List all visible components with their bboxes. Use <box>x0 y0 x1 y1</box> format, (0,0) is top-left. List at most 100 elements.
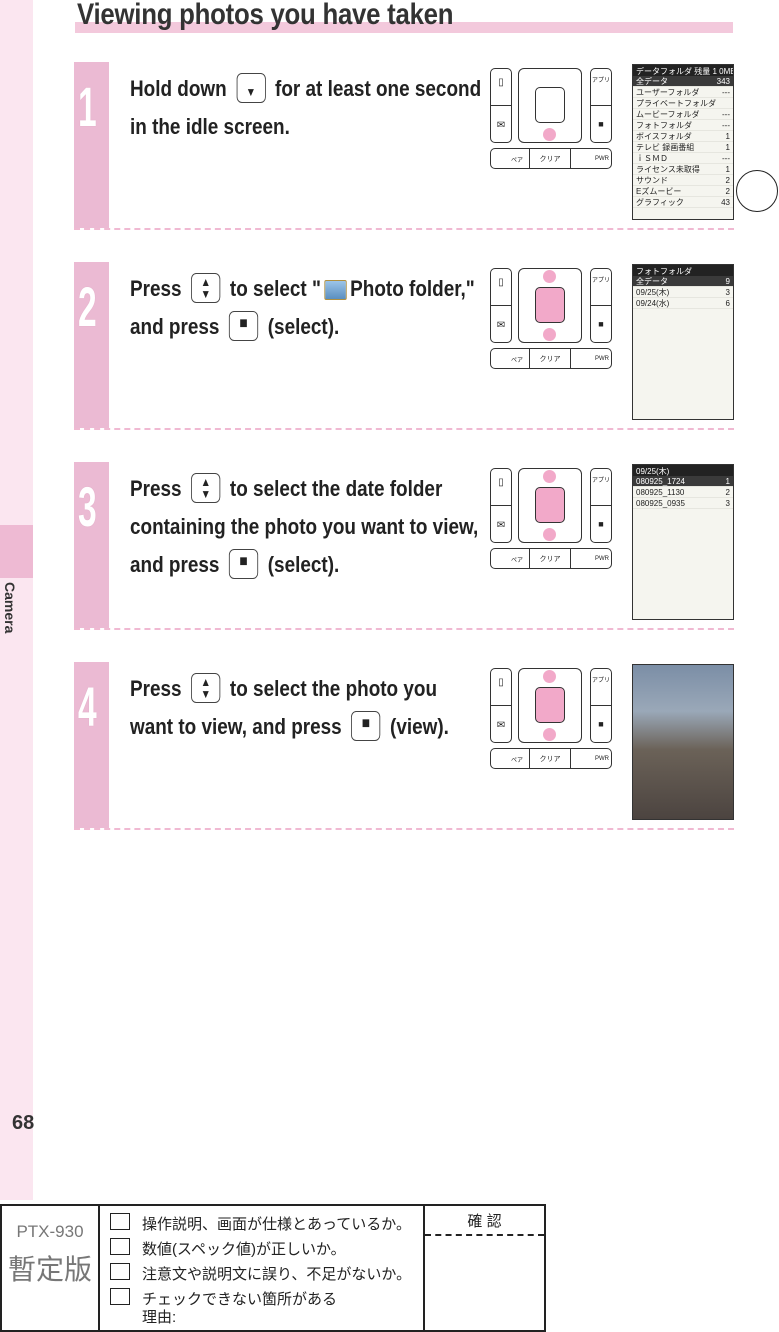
mail-key-icon: ✉ <box>490 105 512 143</box>
camera-key-icon: ■ <box>590 305 612 343</box>
item-count: 1 <box>725 477 730 486</box>
item-label: ユーザーフォルダ <box>636 88 700 97</box>
appli-key: アプリ <box>590 68 612 106</box>
item-count: 343 <box>716 77 730 86</box>
phone-screen: 09/25(木) 080925_1724 1 080925_1130 2 080925_0… <box>632 464 734 620</box>
screen-list-item: 080925_1724 1 <box>633 476 733 487</box>
down-highlight <box>543 528 556 541</box>
mail-key-icon: ✉ <box>490 705 512 743</box>
item-label: ムービーフォルダ <box>636 110 700 119</box>
item-label: 全データ <box>636 77 668 86</box>
item-count: 1 <box>725 132 730 141</box>
step-text: Hold down <box>130 76 227 101</box>
item-count: --- <box>722 154 730 163</box>
item-count: 6 <box>725 299 730 308</box>
item-count: --- <box>722 110 730 119</box>
step-text: Press <box>130 676 182 701</box>
up-down-key-icon: ▲ ▼ <box>191 273 221 304</box>
chapter-tab <box>0 525 33 578</box>
screen-list-item: テレビ 録画番組 1 <box>633 142 733 153</box>
page-title: Viewing photos you have taken <box>77 0 454 31</box>
up-down-key-icon: ▲ ▼ <box>191 673 221 704</box>
screen-list-item: 080925_1130 2 <box>633 487 733 498</box>
select-key-icon: ■ <box>351 711 381 742</box>
select-key-icon: ■ <box>228 311 259 342</box>
power-key: PWR <box>570 748 612 769</box>
phone-screen: フォトフォルダ 全データ 9 09/25(木) 3 09/24(水) 6 <box>632 264 734 420</box>
review-stamp: PTX-930 暫定版 操作説明、画面が仕様とあっているか。 数値(スペック値)が… <box>0 1204 546 1332</box>
up-highlight <box>543 270 556 283</box>
call-key: ペア <box>490 548 530 569</box>
item-count: 43 <box>721 198 730 207</box>
select-key-icon: ■ <box>228 549 259 580</box>
screen-list-item: 全データ 343 <box>633 76 733 87</box>
step-2: 2 Press ▲ ▼ to select " Photo folder," and … <box>74 262 734 430</box>
screen-list-item: 09/25(木) 3 <box>633 287 733 298</box>
model-name: PTX-930 <box>16 1222 84 1241</box>
appli-key: アプリ <box>590 468 612 506</box>
checkbox[interactable] <box>110 1213 130 1230</box>
screen-list-item: ｉＳＭＤ --- <box>633 153 733 164</box>
screen-list-item: ムービーフォルダ --- <box>633 109 733 120</box>
screen-list-item: プライベートフォルダ <box>633 98 733 109</box>
item-label: グラフィック <box>636 198 684 207</box>
item-label: プライベートフォルダ <box>636 99 716 108</box>
down-highlight <box>543 728 556 741</box>
keypad-diagram: ▯ ✉ アプリ ■ ペア クリア PWR <box>490 668 614 769</box>
checkbox[interactable] <box>110 1288 130 1305</box>
item-count: 1 <box>725 143 730 152</box>
camera-key-icon: ■ <box>590 105 612 143</box>
step-text: Press <box>130 476 182 501</box>
screen-list-item: Eズムービー 2 <box>633 186 733 197</box>
down-highlight <box>543 128 556 141</box>
step-number-text: 2 <box>78 275 97 338</box>
check-item: 注意文や説明文に誤り、不足がないか。 <box>142 1266 412 1283</box>
phone-screen: データフォルダ 残量 1 0MB 全データ 343 ユーザーフォルダ --- プライベート… <box>632 64 734 220</box>
clear-key: クリア <box>529 748 571 769</box>
screen-list-item: 080925_0935 3 <box>633 498 733 509</box>
up-highlight <box>543 670 556 683</box>
step-number: 1 <box>74 62 109 228</box>
call-key: ペア <box>490 148 530 169</box>
registration-circle <box>736 170 778 212</box>
step-number: 2 <box>74 262 109 428</box>
up-highlight <box>543 470 556 483</box>
clear-key: クリア <box>529 348 571 369</box>
item-label: 09/24(水) <box>636 299 670 308</box>
chapter-label: Camera <box>2 582 18 634</box>
step-number-text: 3 <box>78 475 97 538</box>
power-key: PWR <box>570 148 612 169</box>
step-3: 3 Press ▲ ▼ to select the date folder cont… <box>74 462 734 630</box>
mail-key-icon: ✉ <box>490 505 512 543</box>
screen-list-item: ボイスフォルダ 1 <box>633 131 733 142</box>
center-key <box>535 287 565 323</box>
screen-list-item: フォトフォルダ --- <box>633 120 733 131</box>
screen-list-item: ライセンス未取得 1 <box>633 164 733 175</box>
item-count: 2 <box>725 176 730 185</box>
phonebook-key-icon: ▯ <box>490 68 512 106</box>
center-key <box>535 87 565 123</box>
item-label: Eズムービー <box>636 187 682 196</box>
screen-header: フォトフォルダ <box>633 265 733 276</box>
step-text: Press <box>130 276 182 301</box>
item-count: --- <box>722 88 730 97</box>
step-instruction: Press ▲ ▼ to select " Photo folder," and p… <box>130 270 483 346</box>
checkbox[interactable] <box>110 1263 130 1280</box>
appli-key: アプリ <box>590 268 612 306</box>
step-text: (select). <box>267 314 340 339</box>
step-4: 4 Press ▲ ▼ to select the photo you want t… <box>74 662 734 830</box>
item-count: 2 <box>725 488 730 497</box>
item-label: テレビ 録画番組 <box>636 143 695 152</box>
keypad-diagram: ▯ ✉ アプリ ■ ペア クリア PWR <box>490 468 614 569</box>
check-item: 操作説明、画面が仕様とあっているか。 <box>142 1216 411 1233</box>
call-key: ペア <box>490 348 530 369</box>
item-label: フォトフォルダ <box>636 121 692 130</box>
checkbox[interactable] <box>110 1238 130 1255</box>
step-number: 3 <box>74 462 109 628</box>
clear-key: クリア <box>529 548 571 569</box>
item-count: 1 <box>725 165 730 174</box>
item-label: ライセンス未取得 <box>636 165 700 174</box>
step-number-text: 4 <box>78 675 97 738</box>
version-label: 暫定版 <box>7 1254 92 1285</box>
page-number: 68 <box>12 1112 35 1134</box>
